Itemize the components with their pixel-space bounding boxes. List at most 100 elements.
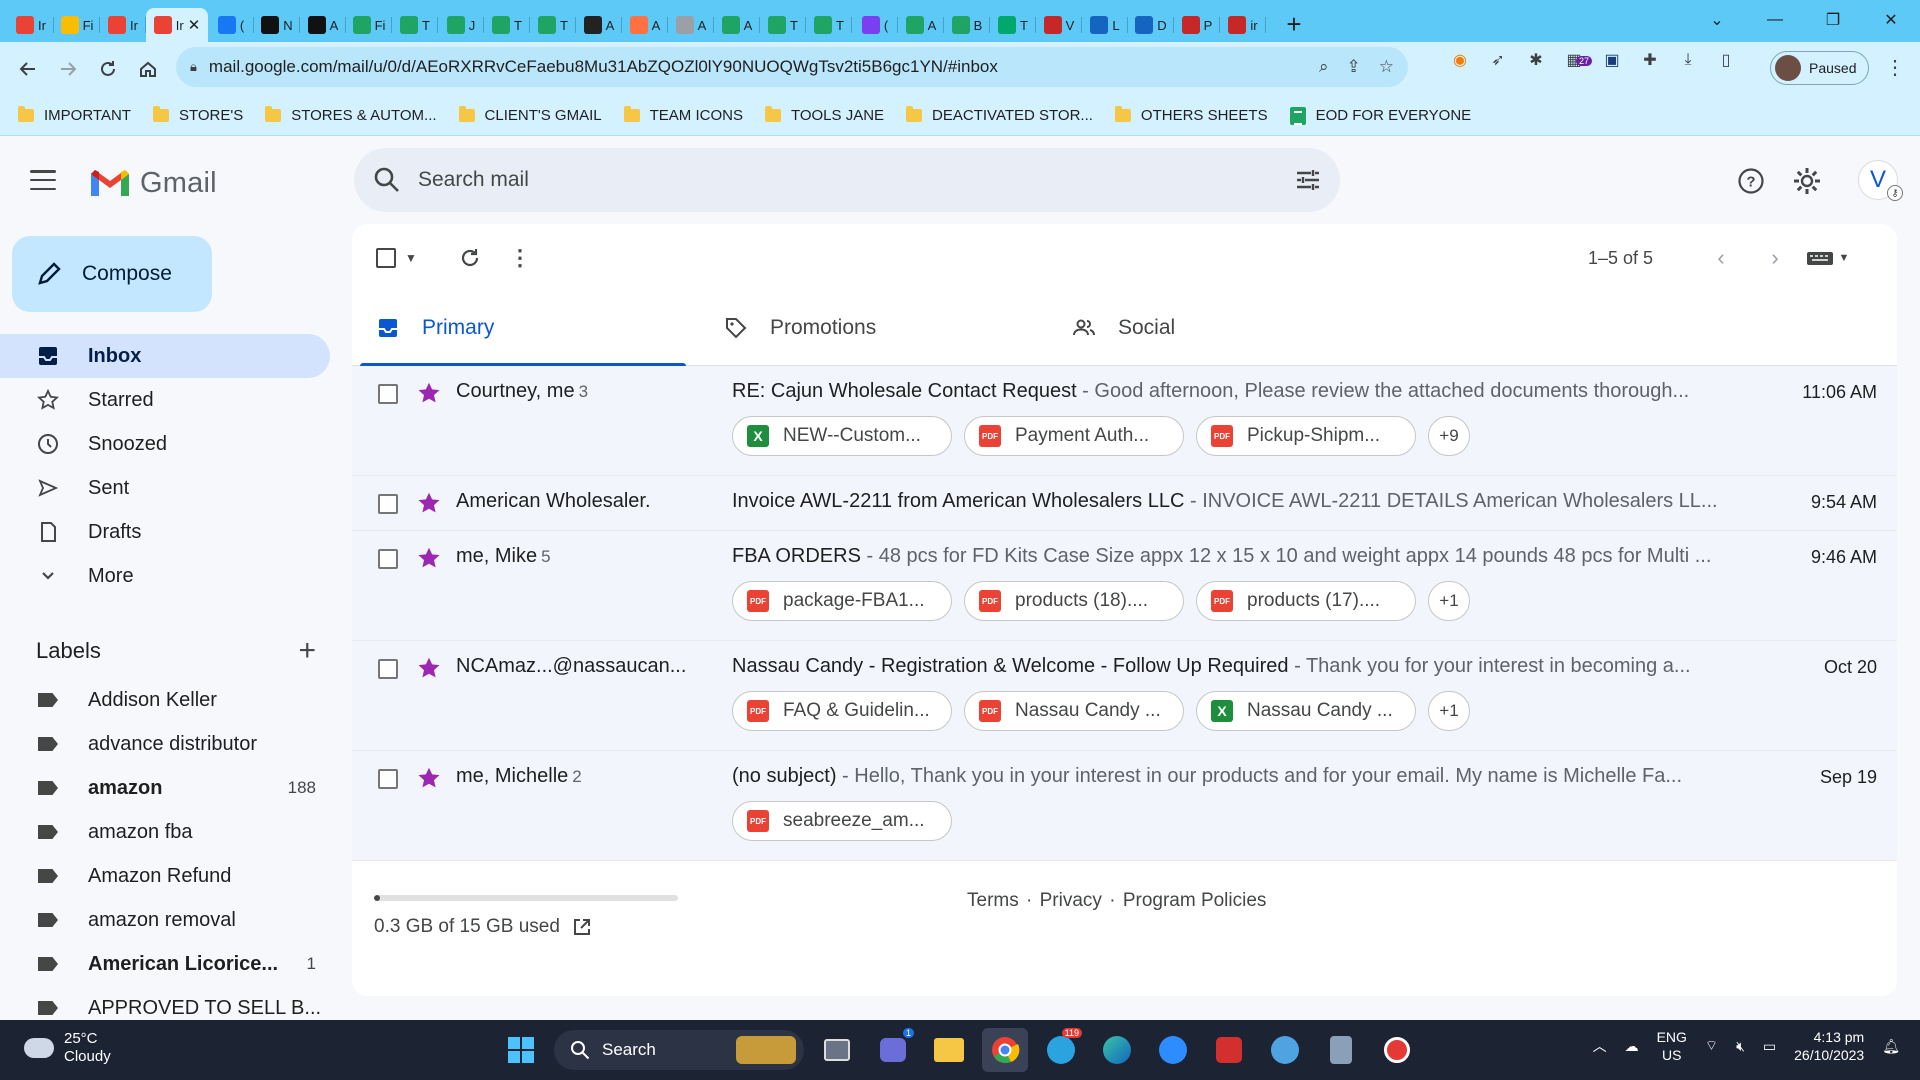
star-icon[interactable] bbox=[416, 655, 442, 681]
browser-menu-icon[interactable]: ⋮ bbox=[1880, 52, 1910, 82]
bookmark-item[interactable]: TOOLS JANE bbox=[764, 106, 884, 124]
calculator-icon[interactable] bbox=[1318, 1028, 1364, 1072]
minimize-button[interactable]: — bbox=[1746, 0, 1804, 40]
tab-primary[interactable]: Primary bbox=[352, 290, 686, 367]
browser-tab[interactable]: P bbox=[1174, 8, 1220, 42]
footer-link[interactable]: Program Policies bbox=[1123, 890, 1267, 911]
browser-tab[interactable]: Fi bbox=[346, 8, 392, 42]
back-button[interactable] bbox=[8, 49, 48, 89]
extensions-puzzle-icon[interactable]: ✚ bbox=[1638, 48, 1662, 72]
browser-tab[interactable]: V bbox=[1036, 8, 1082, 42]
account-avatar[interactable]: V ⚷ bbox=[1858, 160, 1903, 201]
home-button[interactable] bbox=[128, 49, 168, 89]
tab-social[interactable]: Social bbox=[1048, 290, 1382, 366]
browser-tab[interactable]: T bbox=[806, 8, 852, 42]
teams-icon[interactable]: 1 bbox=[870, 1028, 916, 1072]
extension-grid-icon[interactable]: ▣ bbox=[1600, 48, 1624, 72]
nav-item-drafts[interactable]: Drafts bbox=[0, 510, 330, 554]
attachment-chip[interactable]: PDF products (17).... bbox=[1196, 581, 1416, 621]
vpn-shield-icon[interactable] bbox=[1374, 1028, 1420, 1072]
label-item[interactable]: amazon 188 bbox=[0, 766, 330, 810]
globe-app-icon[interactable] bbox=[1262, 1028, 1308, 1072]
lock-icon[interactable]: 🔒︎ bbox=[190, 59, 197, 75]
close-tab-icon[interactable]: ✕ bbox=[188, 16, 201, 34]
more-attachments-chip[interactable]: +1 bbox=[1428, 691, 1470, 731]
attachment-chip[interactable]: PDF Nassau Candy ... bbox=[964, 691, 1184, 731]
select-all-checkbox[interactable] bbox=[374, 244, 398, 272]
wifi-icon[interactable]: ⌔ bbox=[1705, 1037, 1718, 1055]
next-page-icon[interactable]: › bbox=[1762, 244, 1788, 272]
external-link-icon[interactable] bbox=[572, 917, 592, 937]
star-icon[interactable] bbox=[416, 490, 442, 516]
attachment-chip[interactable]: PDF Pickup-Shipm... bbox=[1196, 416, 1416, 456]
browser-tab[interactable]: T bbox=[760, 8, 806, 42]
search-icon[interactable] bbox=[372, 165, 402, 195]
browser-tab[interactable]: D bbox=[1128, 8, 1174, 42]
bookmark-item[interactable]: DEACTIVATED STOR... bbox=[906, 106, 1093, 124]
file-explorer-icon[interactable] bbox=[926, 1028, 972, 1072]
input-tools-icon[interactable]: ▼ bbox=[1798, 244, 1858, 272]
telegram-icon[interactable]: 119 bbox=[1038, 1028, 1084, 1072]
reload-button[interactable] bbox=[88, 49, 128, 89]
browser-tab[interactable]: T bbox=[392, 8, 438, 42]
nav-item-starred[interactable]: Starred bbox=[0, 378, 330, 422]
address-bar[interactable]: 🔒︎ mail.google.com/mail/u/0/d/AEoRXRRvCe… bbox=[176, 47, 1408, 87]
gmail-logo[interactable]: Gmail bbox=[88, 166, 217, 200]
nav-item-more[interactable]: More bbox=[0, 554, 330, 598]
row-checkbox[interactable] bbox=[378, 384, 398, 404]
row-checkbox[interactable] bbox=[378, 494, 398, 514]
browser-tab[interactable]: Fi bbox=[54, 8, 100, 42]
more-attachments-chip[interactable]: +1 bbox=[1428, 581, 1470, 621]
battery-icon[interactable]: ▭ bbox=[1763, 1038, 1776, 1055]
label-item[interactable]: Addison Keller bbox=[0, 678, 330, 722]
search-bar[interactable] bbox=[354, 148, 1340, 212]
tab-promotions[interactable]: Promotions bbox=[700, 290, 1034, 366]
nav-item-inbox[interactable]: Inbox bbox=[0, 334, 330, 378]
browser-tab[interactable]: A bbox=[898, 8, 944, 42]
attachment-chip[interactable]: X NEW--Custom... bbox=[732, 416, 952, 456]
extension-calendar-icon[interactable]: ▦ 27 bbox=[1562, 48, 1592, 72]
search-options-icon[interactable] bbox=[1294, 166, 1322, 194]
taskbar-search[interactable]: Search bbox=[554, 1030, 804, 1070]
attachment-chip[interactable]: X Nassau Candy ... bbox=[1196, 691, 1416, 731]
browser-tab[interactable]: A bbox=[300, 8, 346, 42]
help-icon[interactable]: ? bbox=[1734, 164, 1768, 198]
label-item[interactable]: APPROVED TO SELL B... bbox=[0, 986, 330, 1020]
compose-button[interactable]: Compose bbox=[12, 236, 212, 312]
bookmark-item[interactable]: OTHERS SHEETS bbox=[1114, 106, 1268, 124]
edge-icon[interactable] bbox=[1094, 1028, 1140, 1072]
share-icon[interactable]: ⇪ bbox=[1347, 57, 1361, 77]
more-actions-icon[interactable]: ⋮ bbox=[509, 244, 531, 272]
chrome-taskbar-icon[interactable] bbox=[982, 1028, 1028, 1072]
forward-button[interactable] bbox=[48, 49, 88, 89]
extension-settings-icon[interactable]: ✱ bbox=[1524, 48, 1548, 72]
notifications-bell-icon[interactable]: 🔔︎ bbox=[1882, 1038, 1900, 1055]
downloads-icon[interactable]: ⤓ bbox=[1676, 48, 1700, 72]
label-item[interactable]: amazon fba bbox=[0, 810, 330, 854]
url-text[interactable]: mail.google.com/mail/u/0/d/AEoRXRRvCeFae… bbox=[209, 57, 1319, 77]
language-indicator[interactable]: ENG US bbox=[1657, 1028, 1687, 1064]
bookmark-item[interactable]: IMPORTANT bbox=[18, 106, 131, 124]
browser-tab[interactable]: Ir ✕ bbox=[146, 8, 208, 42]
browser-tab[interactable]: A bbox=[668, 8, 714, 42]
attachment-chip[interactable]: PDF products (18).... bbox=[964, 581, 1184, 621]
start-button[interactable] bbox=[498, 1028, 544, 1072]
profile-button[interactable]: Paused bbox=[1770, 51, 1870, 85]
bookmark-item[interactable]: STORES & AUTOM... bbox=[265, 106, 437, 124]
email-row[interactable]: me, Mike 5 FBA ORDERS - 48 pcs for FD Kits… bbox=[352, 531, 1897, 641]
new-tab-button[interactable]: + bbox=[1276, 8, 1312, 40]
bookmark-item[interactable]: EOD FOR EVERYONE bbox=[1289, 106, 1471, 125]
attachment-chip[interactable]: PDF FAQ & Guidelin... bbox=[732, 691, 952, 731]
row-checkbox[interactable] bbox=[378, 769, 398, 789]
bookmark-item[interactable]: CLIENT'S GMAIL bbox=[458, 106, 602, 124]
browser-tab[interactable]: A bbox=[576, 8, 622, 42]
wps-office-icon[interactable] bbox=[1206, 1028, 1252, 1072]
browser-tab[interactable]: A bbox=[622, 8, 668, 42]
email-row[interactable]: me, Michelle 2 (no subject) - Hello, Thank… bbox=[352, 751, 1897, 861]
browser-tab[interactable]: T bbox=[484, 8, 530, 42]
show-hidden-icons-icon[interactable]: ︿ bbox=[1593, 1036, 1607, 1056]
label-item[interactable]: Amazon Refund bbox=[0, 854, 330, 898]
email-row[interactable]: American Wholesaler. Invoice AWL-2211 fro… bbox=[352, 476, 1897, 531]
extension-orange-icon[interactable]: ◉ bbox=[1448, 48, 1472, 72]
bookmark-item[interactable]: TEAM ICONS bbox=[623, 106, 743, 124]
